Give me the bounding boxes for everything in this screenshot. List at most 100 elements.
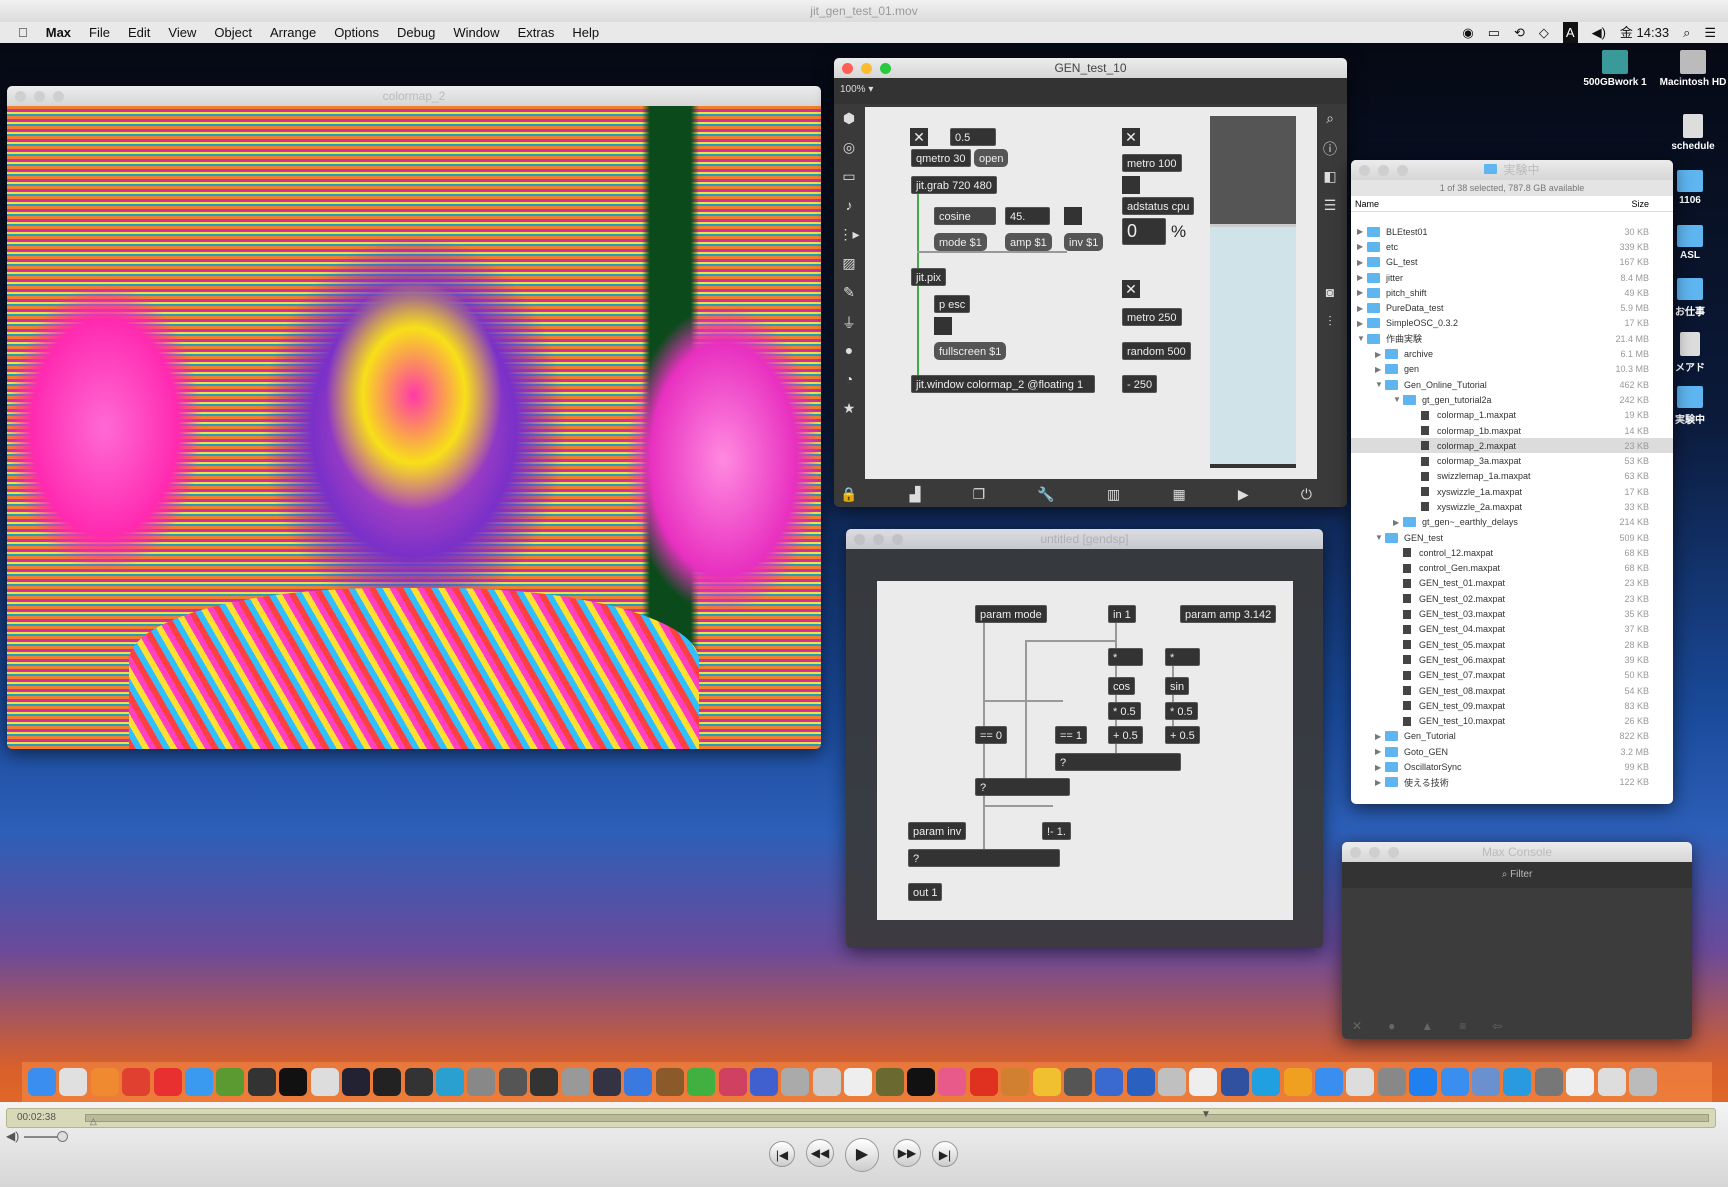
spotlight-icon[interactable]: ⌕	[1683, 22, 1690, 43]
dock-app-icon[interactable]	[561, 1068, 590, 1096]
switch-object[interactable]: ?	[1055, 753, 1181, 771]
dock-app-icon[interactable]	[969, 1068, 998, 1096]
amp-message[interactable]: amp $1	[1005, 233, 1052, 251]
box-icon[interactable]: ▭	[836, 168, 862, 197]
switch-object[interactable]: ?	[975, 778, 1070, 796]
equals-1-object[interactable]: == 1	[1055, 726, 1088, 744]
disclosure-closed-icon[interactable]: ▶	[1375, 732, 1385, 741]
disclosure-open-icon[interactable]: ▼	[1357, 334, 1367, 343]
dock-app-icon[interactable]	[59, 1068, 88, 1096]
add-half-object[interactable]: + 0.5	[1108, 726, 1143, 744]
rewind-button[interactable]: ◀◀	[806, 1139, 834, 1167]
power-icon[interactable]: ⏻	[1301, 486, 1312, 503]
input-source-icon[interactable]: A	[1562, 22, 1578, 43]
cpu-slider[interactable]	[1210, 116, 1296, 468]
dock-app-icon[interactable]	[1315, 1068, 1344, 1096]
dock-app-icon[interactable]	[938, 1068, 967, 1096]
dock-app-icon[interactable]	[1283, 1068, 1312, 1096]
disclosure-open-icon[interactable]: ▼	[1375, 533, 1385, 542]
dock-app-icon[interactable]	[687, 1068, 716, 1096]
cosine-umenu[interactable]: cosine	[934, 207, 996, 225]
dock-app-icon[interactable]	[1001, 1068, 1030, 1096]
menu-edit[interactable]: Edit	[128, 22, 150, 43]
file-list-item[interactable]: GEN_test_04.maxpat 37 KB	[1351, 622, 1673, 637]
play-button[interactable]: ▶	[845, 1138, 879, 1172]
menu-file[interactable]: File	[89, 22, 110, 43]
patcher-title-bar[interactable]: GEN_test_10	[834, 58, 1347, 78]
disclosure-closed-icon[interactable]: ▶	[1375, 350, 1385, 359]
open-message[interactable]: open	[974, 149, 1009, 167]
playhead-marker[interactable]: △	[90, 1116, 97, 1127]
menu-extras[interactable]: Extras	[518, 22, 555, 43]
file-list-item[interactable]: GEN_test_02.maxpat 23 KB	[1351, 591, 1673, 606]
dock-app-icon[interactable]	[1534, 1068, 1563, 1096]
file-list-item[interactable]: colormap_3a.maxpat 53 KB	[1351, 453, 1673, 468]
dock-app-icon[interactable]	[1628, 1068, 1657, 1096]
dock-app-icon[interactable]	[216, 1068, 245, 1096]
dock-app-icon[interactable]	[1063, 1068, 1092, 1096]
file-list-item[interactable]: GEN_test_10.maxpat 26 KB	[1351, 714, 1673, 729]
apple-menu-icon[interactable]: 	[18, 22, 28, 43]
dock-app-icon[interactable]	[1597, 1068, 1626, 1096]
file-list-item[interactable]: GEN_test_01.maxpat 23 KB	[1351, 576, 1673, 591]
dock-app-icon[interactable]	[436, 1068, 465, 1096]
jit-window-object[interactable]: jit.window colormap_2 @floating 1	[911, 375, 1095, 393]
file-list-item[interactable]: ▶ Goto_GEN 3.2 MB	[1351, 744, 1673, 759]
disclosure-closed-icon[interactable]: ▶	[1357, 288, 1367, 297]
rsub-object[interactable]: !- 1.	[1042, 822, 1071, 840]
dock-app-icon[interactable]	[1126, 1068, 1155, 1096]
camera-icon[interactable]: ◙	[1317, 284, 1343, 313]
jit-grab-object[interactable]: jit.grab 720 480	[911, 176, 997, 194]
bang-button[interactable]	[934, 317, 952, 335]
dock-app-icon[interactable]	[1189, 1068, 1218, 1096]
dock-app-icon[interactable]	[1409, 1068, 1438, 1096]
volume-icon[interactable]: ◀)	[1592, 22, 1606, 43]
disclosure-closed-icon[interactable]: ▶	[1357, 273, 1367, 282]
menu-help[interactable]: Help	[572, 22, 599, 43]
media-icon[interactable]: ⋮▸	[836, 226, 862, 255]
file-list-item[interactable]: GEN_test_06.maxpat 39 KB	[1351, 652, 1673, 667]
file-list-item[interactable]: ▼ GEN_test 509 KB	[1351, 530, 1673, 545]
file-list-item[interactable]: ▶ BLEtest01 30 KB	[1351, 224, 1673, 239]
wrench-icon[interactable]: 🔧	[1037, 486, 1054, 503]
dock-app-icon[interactable]	[341, 1068, 370, 1096]
file-list-item[interactable]: colormap_1.maxpat 19 KB	[1351, 408, 1673, 423]
fast-forward-button[interactable]: ▶▶	[893, 1139, 921, 1167]
file-list-item[interactable]: ▼ Gen_Online_Tutorial 462 KB	[1351, 377, 1673, 392]
file-list-item[interactable]: ▶ pitch_shift 49 KB	[1351, 285, 1673, 300]
info-icon[interactable]: ⓘ	[1317, 139, 1343, 168]
dock-app-icon[interactable]	[1377, 1068, 1406, 1096]
multiply-object[interactable]: *	[1165, 648, 1200, 666]
clock-icon[interactable]: ◔	[836, 371, 862, 400]
gendsp-title-bar[interactable]: untitled [gendsp]	[846, 529, 1323, 549]
record-icon[interactable]: ◉	[1462, 22, 1473, 43]
dock-app-icon[interactable]	[404, 1068, 433, 1096]
file-list-item[interactable]: ▶ SimpleOSC_0.3.2 17 KB	[1351, 316, 1673, 331]
windows-icon[interactable]: ❐	[973, 486, 986, 503]
menu-view[interactable]: View	[168, 22, 196, 43]
image-icon[interactable]: ▨	[836, 255, 862, 284]
skip-forward-button[interactable]: ▶|	[932, 1141, 958, 1167]
dock-app-icon[interactable]	[28, 1068, 56, 1096]
dock-app-icon[interactable]	[1220, 1068, 1249, 1096]
file-list-item[interactable]: ▶ archive 6.1 MB	[1351, 346, 1673, 361]
skip-back-button[interactable]: |◀	[769, 1141, 795, 1167]
disclosure-closed-icon[interactable]: ▶	[1393, 518, 1403, 527]
random-object[interactable]: random 500	[1122, 342, 1191, 360]
menu-window[interactable]: Window	[453, 22, 499, 43]
airplay-icon[interactable]: ▭	[1488, 22, 1500, 43]
music-note-icon[interactable]: ♪	[836, 197, 862, 226]
disclosure-closed-icon[interactable]: ▶	[1357, 319, 1367, 328]
p-esc-object[interactable]: p esc	[934, 295, 971, 313]
equals-0-object[interactable]: == 0	[975, 726, 1008, 744]
dock-app-icon[interactable]	[530, 1068, 559, 1096]
dock-app-icon[interactable]	[812, 1068, 841, 1096]
dock-app-icon[interactable]	[1503, 1068, 1532, 1096]
piano-icon[interactable]: ▥	[1107, 486, 1120, 503]
list-icon[interactable]: ≡	[1459, 1019, 1466, 1033]
columns-icon[interactable]: ◧	[1317, 168, 1343, 197]
info-icon[interactable]: ●	[1388, 1019, 1395, 1033]
file-list-item[interactable]: ▶ 使える技術 122 KB	[1351, 775, 1673, 790]
file-list-item[interactable]: GEN_test_08.maxpat 54 KB	[1351, 683, 1673, 698]
clear-icon[interactable]: ✕	[1352, 1019, 1362, 1033]
